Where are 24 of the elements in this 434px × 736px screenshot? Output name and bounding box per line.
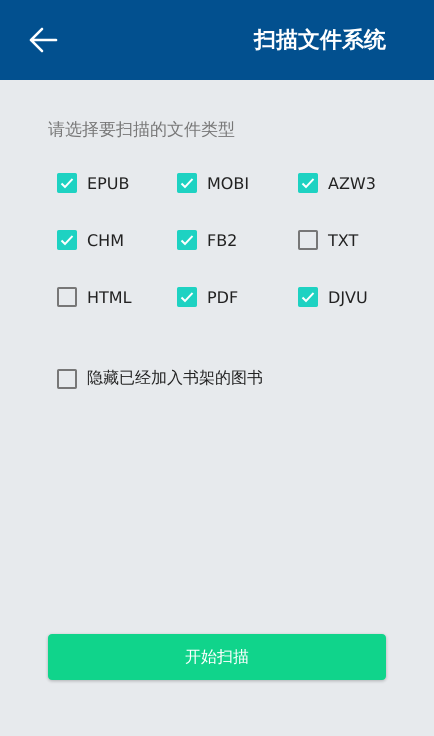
checkbox[interactable] bbox=[177, 230, 197, 250]
prompt-text: 请选择要扫描的文件类型 bbox=[48, 119, 236, 141]
file-type-label: CHM bbox=[87, 230, 124, 250]
file-type-label: FB2 bbox=[207, 230, 238, 250]
checkbox[interactable] bbox=[298, 173, 318, 193]
file-type-label: HTML bbox=[87, 288, 132, 306]
file-type-label: PDF bbox=[207, 288, 238, 306]
start-scan-button[interactable]: 开始扫描 bbox=[48, 634, 386, 680]
checkbox[interactable] bbox=[177, 287, 197, 307]
checkbox[interactable] bbox=[57, 368, 77, 388]
checkbox[interactable] bbox=[177, 173, 197, 193]
file-type-label: MOBI bbox=[207, 174, 250, 192]
checkbox[interactable] bbox=[298, 287, 318, 307]
checkbox[interactable] bbox=[298, 230, 318, 250]
checkbox[interactable] bbox=[57, 230, 77, 250]
checkbox[interactable] bbox=[57, 287, 77, 307]
file-type-label: DJVU bbox=[328, 288, 368, 306]
back-icon[interactable] bbox=[28, 25, 58, 55]
checkbox[interactable] bbox=[57, 173, 77, 193]
option-label: 隐藏已经加入书架的图书 bbox=[87, 368, 263, 389]
file-type-label: TXT bbox=[328, 230, 358, 250]
file-type-label: EPUB bbox=[87, 174, 130, 192]
screen-title: 扫描文件系统 bbox=[254, 27, 386, 55]
file-type-label: AZW3 bbox=[328, 174, 376, 192]
